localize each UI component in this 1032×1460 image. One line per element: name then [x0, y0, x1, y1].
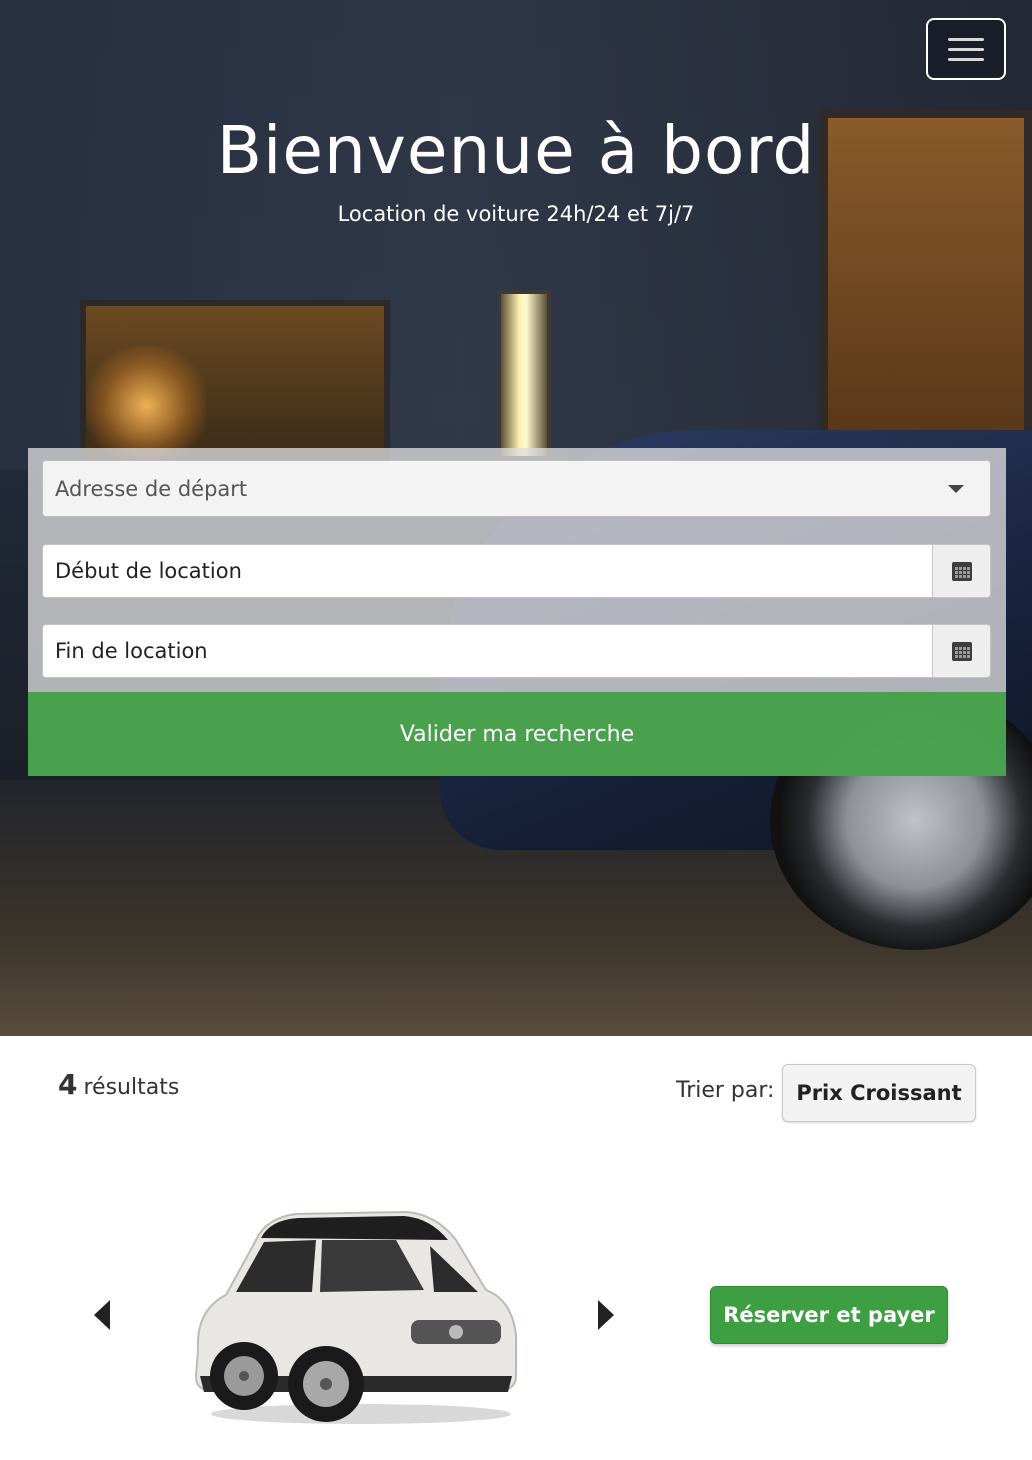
departure-address-placeholder: Adresse de départ [55, 476, 248, 501]
hero-banner: Bienvenue à bord Location de voiture 24h… [0, 0, 1032, 1036]
reserve-and-pay-button[interactable]: Réserver et payer [710, 1286, 948, 1344]
rental-end-input[interactable]: Fin de location [43, 625, 932, 677]
results-count: 4 résultats [58, 1068, 179, 1101]
sort-label: Trier par: [676, 1078, 775, 1103]
chevron-down-icon [948, 484, 964, 493]
search-submit-button[interactable]: Valider ma recherche [28, 692, 1006, 776]
hero-window-left [80, 300, 390, 470]
hamburger-icon-bar [948, 47, 984, 51]
rental-start-field[interactable]: Début de location [42, 544, 991, 598]
chevron-right-icon[interactable] [598, 1300, 614, 1330]
departure-address-select[interactable]: Adresse de départ [42, 460, 991, 517]
results-count-number: 4 [58, 1068, 78, 1101]
sort-select-button[interactable]: Prix Croissant [782, 1064, 976, 1122]
page-subtitle: Location de voiture 24h/24 et 7j/7 [337, 202, 695, 226]
page-title: Bienvenue à bord [216, 112, 816, 189]
hamburger-icon [948, 37, 984, 41]
calendar-icon [951, 641, 972, 661]
search-form: Adresse de départ Début de location Fin … [28, 448, 1006, 776]
results-count-label: résultats [83, 1075, 180, 1100]
car-image [194, 1210, 517, 1424]
rental-end-field[interactable]: Fin de location [42, 624, 991, 678]
menu-toggle-button[interactable] [926, 18, 1006, 80]
rental-start-calendar-button[interactable] [932, 545, 990, 597]
calendar-icon [951, 561, 972, 581]
rental-start-input[interactable]: Début de location [43, 545, 932, 597]
rental-end-calendar-button[interactable] [932, 625, 990, 677]
chevron-left-icon[interactable] [94, 1300, 110, 1330]
hamburger-icon-bar [948, 57, 984, 61]
hero-lamp [497, 290, 551, 460]
